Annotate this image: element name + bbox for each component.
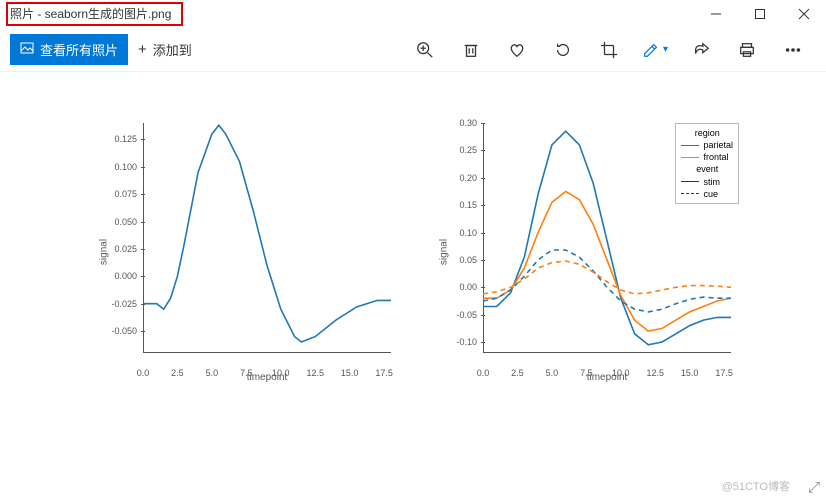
y-tick-label: 0.000: [83, 271, 143, 281]
watermark: @51CTO博客: [722, 478, 790, 494]
share-button[interactable]: [678, 28, 724, 72]
image-viewport: signal timepoint -0.050-0.0250.0000.0250…: [0, 72, 826, 460]
window-controls: [694, 0, 826, 28]
x-tick-label: 12.5: [646, 365, 664, 378]
y-tick-label: -0.050: [83, 326, 143, 336]
x-tick-label: 12.5: [306, 365, 324, 378]
y-tick-label: 0.05: [423, 255, 483, 265]
x-tick-label: 7.5: [580, 365, 593, 378]
y-tick-label: 0.125: [83, 134, 143, 144]
y-tick-label: 0.050: [83, 217, 143, 227]
favorite-button[interactable]: [494, 28, 540, 72]
edit-button[interactable]: ▾: [632, 28, 678, 72]
more-button[interactable]: [770, 28, 816, 72]
chart-left: signal timepoint -0.050-0.0250.0000.0250…: [83, 117, 403, 387]
x-tick-label: 10.0: [612, 365, 630, 378]
y-tick-label: 0.20: [423, 173, 483, 183]
legend-title: event: [681, 163, 733, 175]
legend-item: parietal: [681, 139, 733, 151]
y-tick-label: 0.10: [423, 228, 483, 238]
add-to-button[interactable]: + 添加到: [128, 34, 202, 65]
legend-item: stim: [681, 176, 733, 188]
x-tick-label: 5.0: [206, 365, 219, 378]
y-tick-label: -0.05: [423, 310, 483, 320]
legend-item: frontal: [681, 151, 733, 163]
toolbar: 查看所有照片 + 添加到 ▾: [0, 28, 826, 72]
chevron-down-icon: ▾: [663, 44, 668, 55]
x-tick-label: 5.0: [546, 365, 559, 378]
window-title: 照片 - seaborn生成的图片.png: [6, 2, 183, 26]
legend: regionparietalfrontaleventstimcue: [675, 123, 739, 204]
y-tick-label: 0.30: [423, 118, 483, 128]
x-tick-label: 0.0: [477, 365, 490, 378]
y-tick-label: -0.025: [83, 299, 143, 309]
x-tick-label: 0.0: [137, 365, 150, 378]
title-bar: 照片 - seaborn生成的图片.png: [0, 0, 826, 28]
y-tick-label: 0.100: [83, 162, 143, 172]
x-tick-label: 7.5: [240, 365, 253, 378]
x-tick-label: 2.5: [511, 365, 524, 378]
zoom-button[interactable]: [402, 28, 448, 72]
plus-icon: +: [138, 41, 147, 58]
view-all-photos-button[interactable]: 查看所有照片: [10, 34, 128, 65]
delete-button[interactable]: [448, 28, 494, 72]
x-tick-label: 10.0: [272, 365, 290, 378]
print-button[interactable]: [724, 28, 770, 72]
y-tick-label: -0.10: [423, 337, 483, 347]
series-signal: [143, 125, 391, 342]
resize-grip-icon[interactable]: ⤢: [808, 479, 820, 496]
photo-icon: [20, 41, 34, 58]
y-tick-label: 0.15: [423, 200, 483, 210]
view-all-label: 查看所有照片: [40, 40, 118, 59]
y-tick-label: 0.00: [423, 282, 483, 292]
add-to-label: 添加到: [153, 40, 192, 59]
y-tick-label: 0.025: [83, 244, 143, 254]
legend-item: cue: [681, 188, 733, 200]
crop-button[interactable]: [586, 28, 632, 72]
y-tick-label: 0.25: [423, 145, 483, 155]
x-tick-label: 15.0: [681, 365, 699, 378]
x-tick-label: 15.0: [341, 365, 359, 378]
close-button[interactable]: [782, 0, 826, 28]
chart-right: signal timepoint regionparietalfrontalev…: [423, 117, 743, 387]
y-tick-label: 0.075: [83, 189, 143, 199]
x-tick-label: 17.5: [375, 365, 393, 378]
rotate-button[interactable]: [540, 28, 586, 72]
x-tick-label: 17.5: [715, 365, 733, 378]
minimize-button[interactable]: [694, 0, 738, 28]
plot-lines: [143, 123, 391, 353]
legend-title: region: [681, 127, 733, 139]
maximize-button[interactable]: [738, 0, 782, 28]
series-frontal_stim: [483, 192, 731, 332]
x-tick-label: 2.5: [171, 365, 184, 378]
